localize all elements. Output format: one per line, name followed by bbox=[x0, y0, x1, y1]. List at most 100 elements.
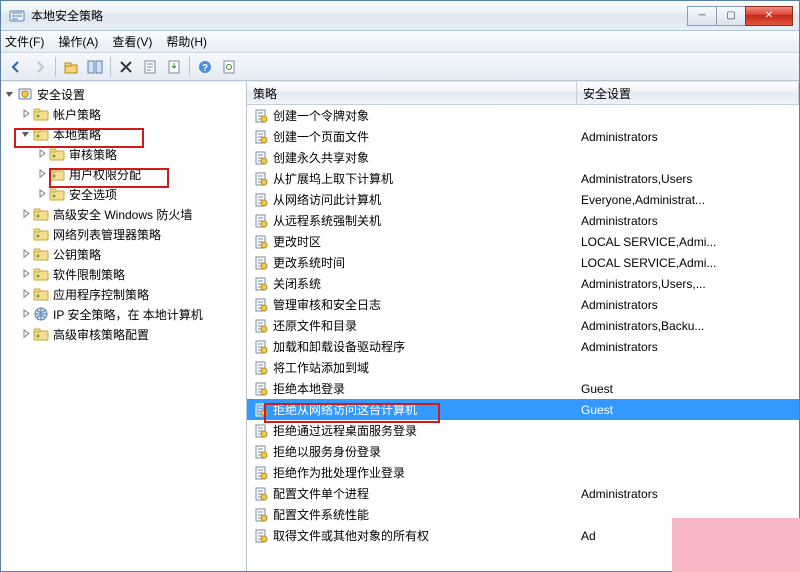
folder-icon bbox=[33, 286, 49, 302]
policy-row[interactable]: 更改时区LOCAL SERVICE,Admi... bbox=[247, 231, 799, 252]
policy-row[interactable]: 管理审核和安全日志Administrators bbox=[247, 294, 799, 315]
policy-setting: Everyone,Administrat... bbox=[581, 193, 799, 207]
policy-setting: Administrators bbox=[581, 130, 799, 144]
policy-row[interactable]: 加载和卸载设备驱动程序Administrators bbox=[247, 336, 799, 357]
policy-row[interactable]: 从远程系统强制关机Administrators bbox=[247, 210, 799, 231]
tree-pane[interactable]: 安全设置帐户策略本地策略审核策略用户权限分配安全选项高级安全 Windows 防… bbox=[1, 82, 247, 571]
folder-icon bbox=[49, 146, 65, 162]
window-title: 本地安全策略 bbox=[31, 7, 682, 24]
policy-icon bbox=[253, 507, 269, 523]
tree-item-netlist[interactable]: 网络列表管理器策略 bbox=[1, 224, 246, 244]
up-button[interactable] bbox=[60, 56, 82, 78]
tree-item-label: 帐户策略 bbox=[53, 106, 101, 123]
forward-button[interactable] bbox=[29, 56, 51, 78]
policy-name: 加载和卸载设备驱动程序 bbox=[273, 338, 581, 355]
expander-closed-icon[interactable] bbox=[19, 287, 33, 301]
tree-item-secopts[interactable]: 安全选项 bbox=[1, 184, 246, 204]
policy-row[interactable]: 配置文件单个进程Administrators bbox=[247, 483, 799, 504]
tree-item-swrestrict[interactable]: 软件限制策略 bbox=[1, 264, 246, 284]
column-header-policy[interactable]: 策略 bbox=[247, 82, 577, 104]
menu-action[interactable]: 操作(A) bbox=[58, 33, 98, 50]
tree-item-account[interactable]: 帐户策略 bbox=[1, 104, 246, 124]
policy-icon bbox=[253, 192, 269, 208]
folder-icon bbox=[49, 166, 65, 182]
policy-icon bbox=[253, 171, 269, 187]
tree-item-label: 安全选项 bbox=[69, 186, 117, 203]
folder-icon bbox=[33, 326, 49, 342]
expander-closed-icon[interactable] bbox=[35, 187, 49, 201]
tree-item-label: 用户权限分配 bbox=[69, 166, 141, 183]
tree-item-label: 本地策略 bbox=[53, 126, 101, 143]
menu-view[interactable]: 查看(V) bbox=[112, 33, 152, 50]
policy-row[interactable]: 拒绝从网络访问这台计算机Guest bbox=[247, 399, 799, 420]
policy-row[interactable]: 从扩展坞上取下计算机Administrators,Users bbox=[247, 168, 799, 189]
policy-row[interactable]: 拒绝本地登录Guest bbox=[247, 378, 799, 399]
expander-closed-icon[interactable] bbox=[35, 147, 49, 161]
policy-setting: Administrators bbox=[581, 298, 799, 312]
expander-closed-icon[interactable] bbox=[19, 107, 33, 121]
properties-button[interactable] bbox=[139, 56, 161, 78]
policy-row[interactable]: 还原文件和目录Administrators,Backu... bbox=[247, 315, 799, 336]
list-body[interactable]: 创建一个令牌对象创建一个页面文件Administrators创建永久共享对象从扩… bbox=[247, 105, 799, 571]
tree-item-label: 软件限制策略 bbox=[53, 266, 125, 283]
delete-button[interactable] bbox=[115, 56, 137, 78]
tree-item-ipsec[interactable]: IP 安全策略，在 本地计算机 bbox=[1, 304, 246, 324]
folder-icon bbox=[49, 186, 65, 202]
policy-name: 拒绝以服务身份登录 bbox=[273, 443, 581, 460]
expander-open-icon[interactable] bbox=[19, 127, 33, 141]
show-hide-button[interactable] bbox=[84, 56, 106, 78]
tree-item-audit[interactable]: 审核策略 bbox=[1, 144, 246, 164]
title-bar[interactable]: 本地安全策略 ─ ▢ ✕ bbox=[1, 1, 799, 31]
tree-item-label: 公钥策略 bbox=[53, 246, 101, 263]
policy-icon bbox=[253, 528, 269, 544]
policy-name: 拒绝作为批处理作业登录 bbox=[273, 464, 581, 481]
refresh-button[interactable] bbox=[218, 56, 240, 78]
policy-setting: Guest bbox=[581, 403, 799, 417]
tree-item-advaudit[interactable]: 高级审核策略配置 bbox=[1, 324, 246, 344]
policy-name: 从扩展坞上取下计算机 bbox=[273, 170, 581, 187]
tree-item-firewall[interactable]: 高级安全 Windows 防火墙 bbox=[1, 204, 246, 224]
tree-item-root[interactable]: 安全设置 bbox=[1, 84, 246, 104]
separator-icon bbox=[189, 57, 190, 77]
maximize-button[interactable]: ▢ bbox=[716, 6, 746, 26]
help-button[interactable]: ? bbox=[194, 56, 216, 78]
policy-row[interactable]: 拒绝作为批处理作业登录 bbox=[247, 462, 799, 483]
tree-item-appctrl[interactable]: 应用程序控制策略 bbox=[1, 284, 246, 304]
expander-closed-icon[interactable] bbox=[35, 167, 49, 181]
policy-row[interactable]: 将工作站添加到域 bbox=[247, 357, 799, 378]
content-area: 安全设置帐户策略本地策略审核策略用户权限分配安全选项高级安全 Windows 防… bbox=[1, 81, 799, 571]
policy-icon bbox=[253, 360, 269, 376]
close-button[interactable]: ✕ bbox=[745, 6, 793, 26]
menu-file[interactable]: 文件(F) bbox=[5, 33, 44, 50]
expander-closed-icon[interactable] bbox=[19, 247, 33, 261]
policy-row[interactable]: 从网络访问此计算机Everyone,Administrat... bbox=[247, 189, 799, 210]
export-button[interactable] bbox=[163, 56, 185, 78]
back-button[interactable] bbox=[5, 56, 27, 78]
policy-setting: Administrators bbox=[581, 487, 799, 501]
tree-item-pubkey[interactable]: 公钥策略 bbox=[1, 244, 246, 264]
policy-row[interactable]: 拒绝通过远程桌面服务登录 bbox=[247, 420, 799, 441]
column-header-setting[interactable]: 安全设置 bbox=[577, 82, 799, 104]
expander-closed-icon[interactable] bbox=[19, 267, 33, 281]
policy-icon bbox=[253, 276, 269, 292]
policy-setting: Administrators,Users bbox=[581, 172, 799, 186]
minimize-button[interactable]: ─ bbox=[687, 6, 717, 26]
policy-row[interactable]: 创建永久共享对象 bbox=[247, 147, 799, 168]
tree-item-userrights[interactable]: 用户权限分配 bbox=[1, 164, 246, 184]
policy-row[interactable]: 创建一个令牌对象 bbox=[247, 105, 799, 126]
expander-closed-icon[interactable] bbox=[19, 207, 33, 221]
expander-closed-icon[interactable] bbox=[19, 327, 33, 341]
policy-name: 拒绝本地登录 bbox=[273, 380, 581, 397]
policy-setting: LOCAL SERVICE,Admi... bbox=[581, 235, 799, 249]
policy-icon bbox=[253, 150, 269, 166]
tree-item-local[interactable]: 本地策略 bbox=[1, 124, 246, 144]
expander-closed-icon[interactable] bbox=[19, 307, 33, 321]
policy-row[interactable]: 更改系统时间LOCAL SERVICE,Admi... bbox=[247, 252, 799, 273]
policy-row[interactable]: 关闭系统Administrators,Users,... bbox=[247, 273, 799, 294]
policy-row[interactable]: 拒绝以服务身份登录 bbox=[247, 441, 799, 462]
policy-name: 创建永久共享对象 bbox=[273, 149, 581, 166]
expander-open-icon[interactable] bbox=[3, 87, 17, 101]
policy-setting: Administrators bbox=[581, 214, 799, 228]
menu-help[interactable]: 帮助(H) bbox=[166, 33, 207, 50]
policy-row[interactable]: 创建一个页面文件Administrators bbox=[247, 126, 799, 147]
